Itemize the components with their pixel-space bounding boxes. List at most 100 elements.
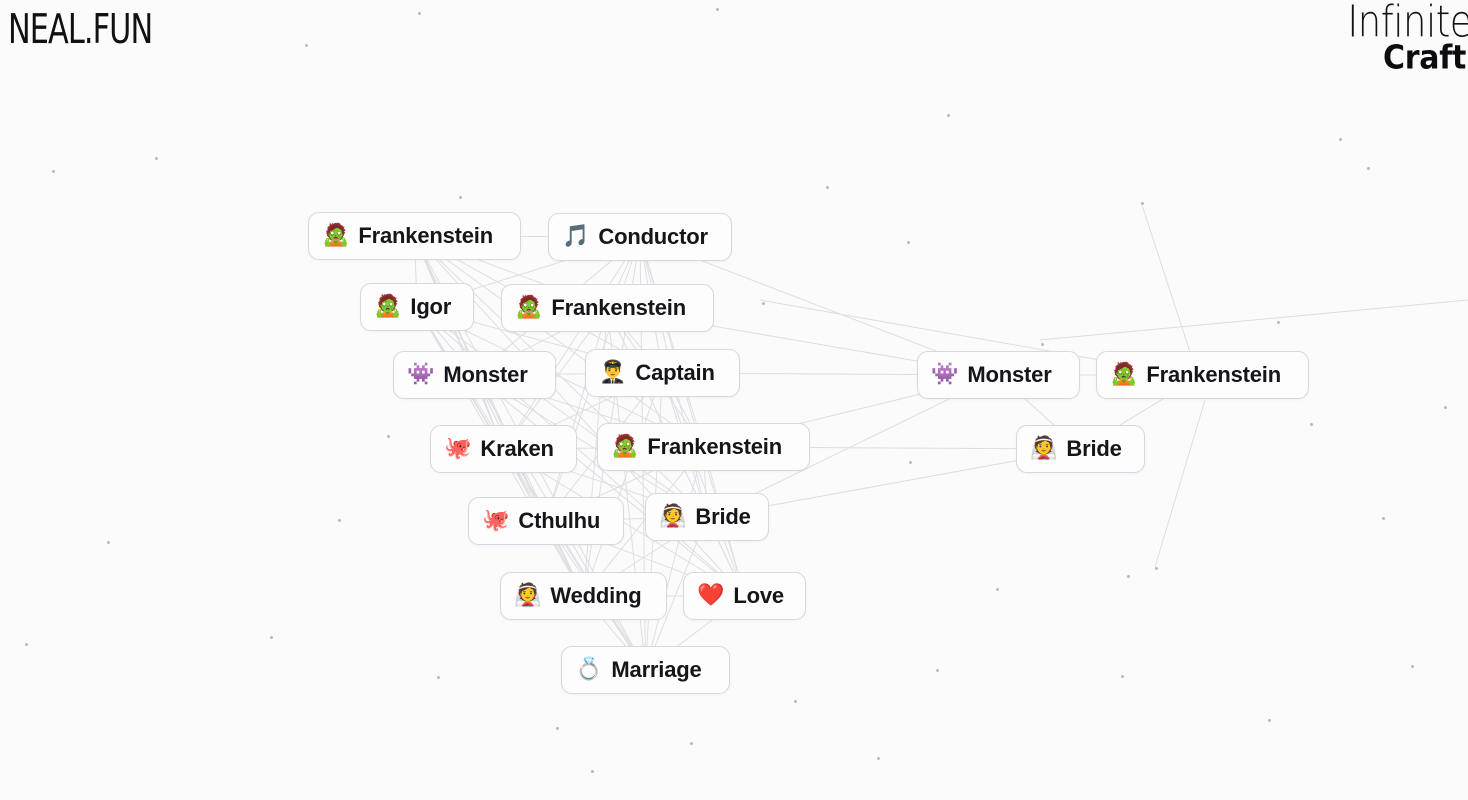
- background-star: [996, 588, 999, 591]
- connection-line: [639, 236, 704, 448]
- element-label: Frankenstein: [551, 295, 686, 320]
- connection-line: [503, 236, 641, 450]
- background-star: [1382, 517, 1385, 520]
- element-label: Captain: [635, 360, 715, 385]
- background-star: [690, 742, 693, 745]
- zombie-emoji: 🧟: [515, 295, 543, 320]
- connection-line: [1140, 201, 1191, 353]
- connection-line: [583, 372, 663, 597]
- element-label: Bride: [1066, 436, 1122, 461]
- element-label: Frankenstein: [1146, 362, 1281, 387]
- connection-line: [416, 306, 708, 518]
- zombie-emoji: 🧟: [374, 294, 402, 319]
- zombie-emoji: 🧟: [611, 434, 639, 459]
- background-star: [1155, 567, 1158, 570]
- background-star: [947, 114, 950, 117]
- element-label: Wedding: [550, 583, 642, 608]
- background-star: [1268, 719, 1271, 722]
- background-star: [877, 757, 880, 760]
- background-star: [1121, 675, 1124, 678]
- background-star: [338, 519, 341, 522]
- background-star: [907, 241, 910, 244]
- element-label: Cthulhu: [518, 508, 601, 533]
- connection-line: [1039, 299, 1468, 341]
- connection-line: [662, 372, 745, 597]
- element-card-cthulhu-1[interactable]: 🐙 Cthulhu: [468, 497, 624, 545]
- ring-emoji: 💍: [575, 657, 603, 682]
- background-star: [437, 676, 440, 679]
- connection-line: [416, 306, 547, 522]
- background-star: [794, 700, 797, 703]
- element-label: Conductor: [598, 224, 708, 249]
- element-card-frankenstein-1[interactable]: 🧟 Frankenstein: [308, 212, 521, 260]
- element-card-conductor-1[interactable]: 🎵 Conductor: [548, 213, 732, 261]
- musical-note-emoji: 🎵: [562, 224, 590, 249]
- connection-line: [474, 374, 745, 597]
- bride-with-veil-emoji: 👰: [659, 504, 687, 529]
- background-star: [1127, 575, 1130, 578]
- element-card-wedding-1[interactable]: 👰 Wedding: [500, 572, 667, 620]
- background-star: [387, 435, 390, 438]
- element-label: Love: [733, 583, 784, 608]
- pilot-emoji: 👨‍✈️: [599, 360, 627, 385]
- game-title: Infinite Craft: [1347, 0, 1468, 74]
- connection-line: [414, 235, 504, 450]
- connection-line: [474, 374, 584, 597]
- alien-monster-emoji: 👾: [931, 362, 959, 387]
- connection-line: [645, 446, 704, 671]
- connection-line: [503, 448, 646, 671]
- element-label: Kraken: [480, 436, 554, 461]
- background-star: [1444, 406, 1447, 409]
- background-star: [556, 727, 559, 730]
- background-star: [155, 157, 158, 160]
- connection-web: [414, 201, 1468, 671]
- background-star: [936, 669, 939, 672]
- connection-line: [545, 307, 608, 522]
- zombie-emoji: 🧟: [322, 223, 350, 248]
- element-label: Bride: [695, 504, 751, 529]
- background-star: [418, 12, 421, 15]
- element-card-igor-1[interactable]: 🧟 Igor: [360, 283, 474, 331]
- element-label: Frankenstein: [647, 434, 782, 459]
- background-layer: [0, 0, 1468, 800]
- element-card-frankenstein-4[interactable]: 🧟 Frankenstein: [1096, 351, 1309, 399]
- background-star: [909, 461, 912, 464]
- octopus-emoji: 🐙: [482, 508, 510, 533]
- element-card-monster-1[interactable]: 👾 Monster: [393, 351, 556, 399]
- background-star: [25, 643, 28, 646]
- element-card-marriage-1[interactable]: 💍 Marriage: [561, 646, 730, 694]
- element-card-monster-2[interactable]: 👾 Monster: [917, 351, 1080, 399]
- connection-line: [1154, 399, 1206, 568]
- element-label: Monster: [443, 362, 528, 387]
- game-title-infinite: Infinite: [1347, 0, 1468, 48]
- background-star: [716, 8, 719, 11]
- background-star: [1367, 167, 1370, 170]
- element-label: Frankenstein: [358, 223, 493, 248]
- neal-fun-logo[interactable]: NEAL.FUN: [8, 4, 153, 53]
- red-heart-emoji: ❤️: [697, 583, 725, 608]
- alien-monster-emoji: 👾: [407, 362, 435, 387]
- element-card-frankenstein-3[interactable]: 🧟 Frankenstein: [597, 423, 810, 471]
- element-card-bride-2[interactable]: 👰 Bride: [1016, 425, 1145, 473]
- background-star: [270, 636, 273, 639]
- element-card-frankenstein-2[interactable]: 🧟 Frankenstein: [501, 284, 714, 332]
- element-label: Igor: [410, 294, 452, 319]
- element-label: Monster: [967, 362, 1052, 387]
- zombie-emoji: 🧟: [1110, 362, 1138, 387]
- bride-with-veil-emoji: 👰: [1030, 436, 1058, 461]
- background-star: [1310, 423, 1313, 426]
- infinite-craft-canvas[interactable]: NEAL.FUN Infinite Craft 🧟 Frankenstein 🎵 Co…: [0, 0, 1468, 800]
- background-star: [826, 186, 829, 189]
- background-star: [1277, 321, 1280, 324]
- element-card-love-1[interactable]: ❤️ Love: [683, 572, 806, 620]
- element-card-kraken-1[interactable]: 🐙 Kraken: [430, 425, 577, 473]
- game-title-craft: Craft: [1383, 38, 1466, 77]
- background-star: [1339, 138, 1342, 141]
- element-label: Marriage: [611, 657, 702, 682]
- connection-line: [414, 235, 704, 448]
- element-card-bride-1[interactable]: 👰 Bride: [645, 493, 769, 541]
- element-card-captain-1[interactable]: 👨‍✈️ Captain: [585, 349, 740, 397]
- background-star: [762, 302, 765, 305]
- background-star: [305, 44, 308, 47]
- background-star: [1141, 202, 1144, 205]
